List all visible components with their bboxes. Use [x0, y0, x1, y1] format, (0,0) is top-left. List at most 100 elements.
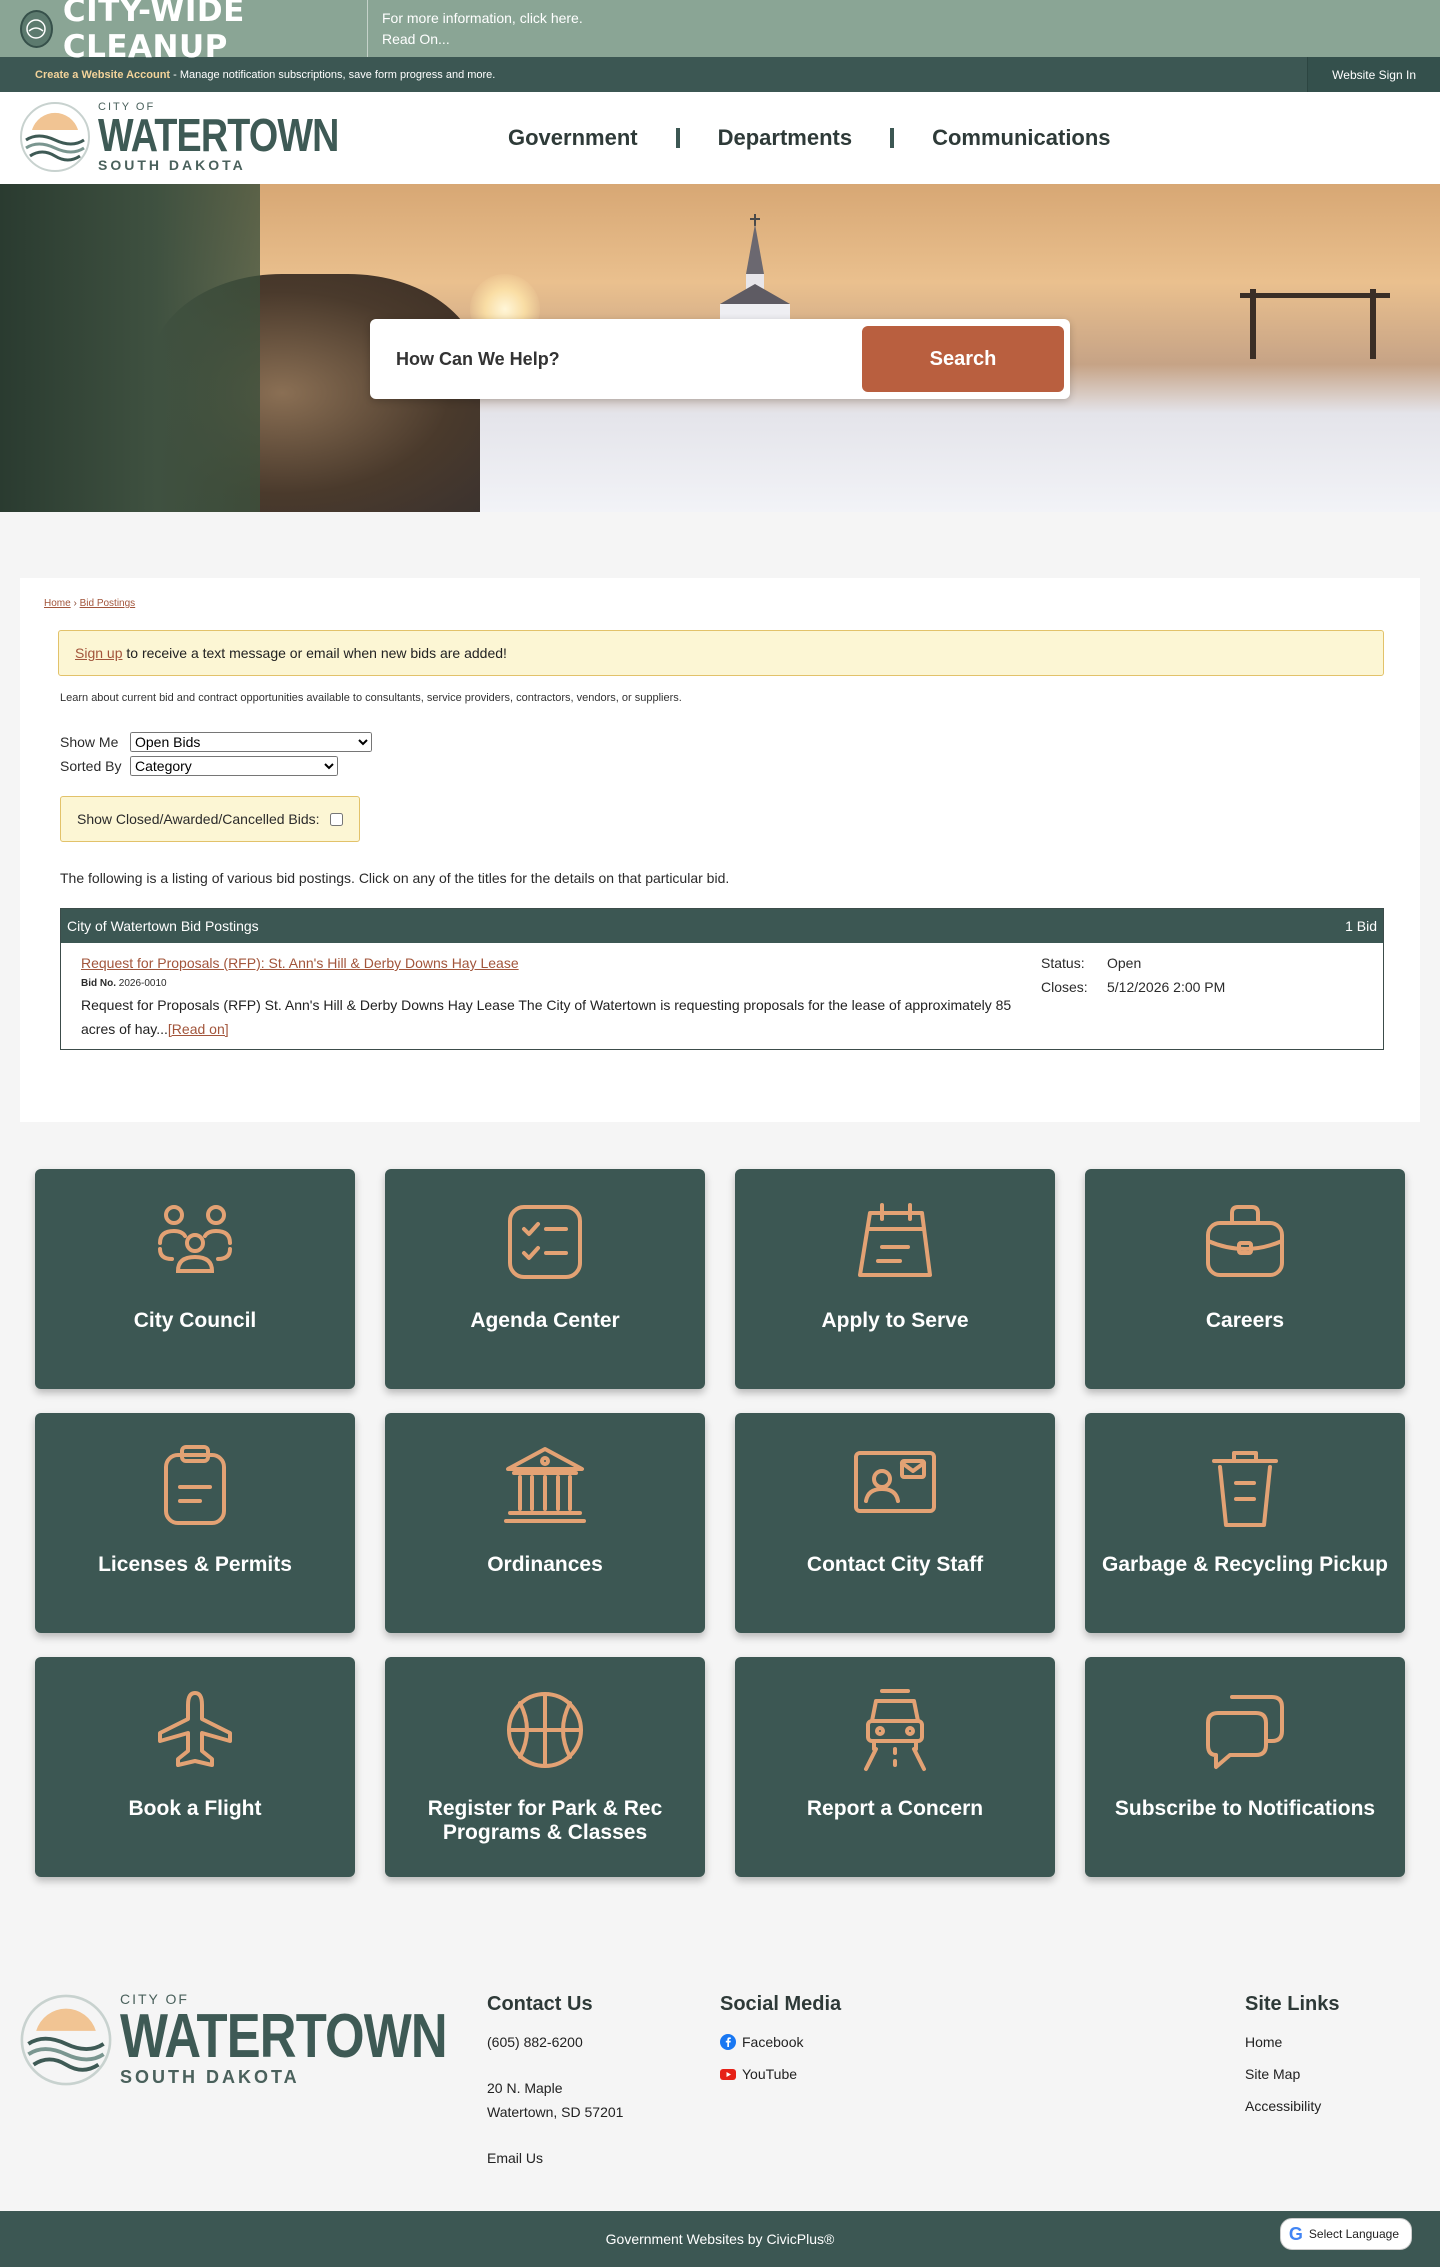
- tile-report-a-concern[interactable]: Report a Concern: [735, 1657, 1055, 1877]
- logo-watertown: WATERTOWN: [98, 109, 339, 161]
- intro-text: Learn about current bid and contract opp…: [60, 692, 682, 704]
- tile-apply-to-serve[interactable]: Apply to Serve: [735, 1169, 1055, 1389]
- alert-info-link[interactable]: For more information, click here.: [382, 8, 583, 29]
- show-closed-toggle: Show Closed/Awarded/Cancelled Bids:: [60, 796, 360, 842]
- bid-read-on-link[interactable]: [Read on]: [168, 1021, 229, 1037]
- sorted-by-label: Sorted By: [60, 758, 122, 774]
- nav-communications[interactable]: Communications: [894, 125, 1148, 151]
- footer-logo[interactable]: CITY OF WATERTOWN SOUTH DAKOTA: [18, 1991, 519, 2088]
- chat-icon: [1206, 1695, 1284, 1769]
- language-label: Select Language: [1308, 2227, 1399, 2241]
- tile-careers[interactable]: Careers: [1085, 1169, 1405, 1389]
- footer-contact: Contact Us (605) 882-6200 20 N. Maple Wat…: [487, 1993, 623, 2178]
- site-logo[interactable]: CITY OF WATERTOWN SOUTH DAKOTA: [18, 100, 391, 174]
- tile-label: Ordinances: [487, 1553, 603, 1576]
- footer-logo-wordmark: CITY OF WATERTOWN SOUTH DAKOTA: [120, 1991, 519, 2088]
- search-input[interactable]: [396, 348, 836, 370]
- signup-link[interactable]: Sign up: [75, 645, 122, 661]
- quick-links-grid: City Council Agenda Center Apply to Serv…: [0, 1122, 1440, 1877]
- tile-licenses-permits[interactable]: Licenses & Permits: [35, 1413, 355, 1633]
- tile-register-park-rec[interactable]: Register for Park & Rec Programs & Class…: [385, 1657, 705, 1877]
- hero-banner: Search: [0, 184, 1440, 512]
- id-card-icon: [854, 1451, 936, 1513]
- show-me-select[interactable]: Open Bids: [130, 732, 372, 752]
- footer-social-title: Social Media: [720, 1993, 842, 2015]
- hero-gate-icon: [1240, 289, 1390, 359]
- site-header: CITY OF WATERTOWN SOUTH DAKOTA Governmen…: [0, 92, 1440, 184]
- alert-bar: CITY-WIDE CLEANUP For more information, …: [0, 0, 1440, 65]
- tile-label: Apply to Serve: [821, 1309, 969, 1332]
- car-icon: [864, 1689, 926, 1771]
- show-closed-checkbox[interactable]: [329, 812, 343, 826]
- sign-in-button[interactable]: Website Sign In: [1307, 57, 1440, 92]
- tile-label: Careers: [1205, 1309, 1285, 1332]
- building-icon: [504, 1447, 586, 1523]
- main-nav: Government Departments Communications: [470, 92, 1149, 184]
- watertown-logo-icon: [20, 102, 90, 172]
- tile-label: Contact City Staff: [806, 1553, 984, 1576]
- alert-text[interactable]: For more information, click here. Read O…: [368, 8, 583, 50]
- footer-address: 20 N. Maple Watertown, SD 57201: [487, 2076, 623, 2124]
- trash-icon: [1212, 1451, 1278, 1527]
- footer-link-accessibility[interactable]: Accessibility: [1245, 2094, 1339, 2118]
- google-translate-icon: G: [1288, 2223, 1303, 2244]
- footer-facebook-link[interactable]: Facebook: [720, 2030, 841, 2054]
- bid-closes-value: 5/12/2026 2:00 PM: [1107, 979, 1226, 995]
- tile-contact-city-staff[interactable]: Contact City Staff: [735, 1413, 1055, 1633]
- bid-status-label: Status:: [1041, 955, 1085, 971]
- alert-title: CITY-WIDE CLEANUP: [62, 0, 245, 65]
- footer-link-site-map[interactable]: Site Map: [1245, 2062, 1339, 2086]
- checklist-icon: [508, 1205, 582, 1279]
- footer: CITY OF WATERTOWN SOUTH DAKOTA Contact U…: [0, 1931, 1440, 2211]
- bid-main: Request for Proposals (RFP): St. Ann's H…: [81, 951, 1041, 1041]
- tile-label: Register for Park & Rec Programs & Class…: [427, 1797, 663, 1844]
- tile-subscribe-notifications[interactable]: Subscribe to Notifications: [1085, 1657, 1405, 1877]
- bottom-bar: Government Websites by CivicPlus® G Sele…: [0, 2211, 1440, 2267]
- footer-facebook-label: Facebook: [742, 2034, 804, 2050]
- civicplus-credit[interactable]: Government Websites by CivicPlus®: [606, 2231, 835, 2247]
- footer-youtube-link[interactable]: YouTube: [720, 2062, 841, 2086]
- bid-title-link[interactable]: Request for Proposals (RFP): St. Ann's H…: [81, 955, 519, 971]
- tile-ordinances[interactable]: Ordinances: [385, 1413, 705, 1633]
- footer-phone[interactable]: (605) 882-6200: [487, 2030, 623, 2054]
- footer-links-title: Site Links: [1245, 1993, 1340, 2015]
- bid-closes-label: Closes:: [1041, 979, 1088, 995]
- footer-contact-title: Contact Us: [487, 1993, 593, 2015]
- bid-table-title: City of Watertown Bid Postings: [67, 918, 259, 934]
- nav-departments[interactable]: Departments: [680, 125, 890, 151]
- show-me-label: Show Me: [60, 734, 119, 750]
- breadcrumb-current[interactable]: Bid Postings: [80, 598, 136, 609]
- bid-table-header: City of Watertown Bid Postings 1 Bid: [61, 909, 1383, 943]
- bid-meta: Status: Open Closes: 5/12/2026 2:00 PM: [1041, 951, 1225, 1041]
- search-button[interactable]: Search: [862, 326, 1064, 392]
- nav-government[interactable]: Government: [470, 125, 676, 151]
- language-selector[interactable]: G Select Language: [1279, 2218, 1412, 2250]
- calendar-icon: [858, 1203, 932, 1277]
- breadcrumb-home[interactable]: Home: [44, 598, 71, 609]
- alert-read-on-link[interactable]: Read On...: [382, 29, 583, 50]
- footer-youtube-label: YouTube: [742, 2066, 798, 2082]
- footer-logo-watertown: WATERTOWN: [120, 2002, 448, 2071]
- bid-postings-content: Home › Bid Postings Sign up to receive a…: [20, 578, 1420, 1122]
- create-account-link[interactable]: Create a Website Account: [35, 69, 170, 81]
- logo-wordmark: CITY OF WATERTOWN SOUTH DAKOTA: [98, 101, 391, 173]
- tile-agenda-center[interactable]: Agenda Center: [385, 1169, 705, 1389]
- sorted-by-select[interactable]: Category: [130, 756, 338, 776]
- tile-city-council[interactable]: City Council: [35, 1169, 355, 1389]
- bid-table: City of Watertown Bid Postings 1 Bid Req…: [60, 908, 1384, 1050]
- bid-count: 1 Bid: [1345, 918, 1377, 934]
- tile-book-a-flight[interactable]: Book a Flight: [35, 1657, 355, 1877]
- tile-garbage-recycling[interactable]: Garbage & Recycling Pickup: [1085, 1413, 1405, 1633]
- city-seal-icon: [20, 9, 53, 48]
- footer-email-link[interactable]: Email Us: [487, 2146, 623, 2170]
- alert-title-area[interactable]: CITY-WIDE CLEANUP: [0, 0, 368, 65]
- tile-label: Licenses & Permits: [98, 1553, 292, 1576]
- sorted-by-row: Sorted By Category: [60, 756, 1384, 776]
- footer-link-home[interactable]: Home: [1245, 2030, 1339, 2054]
- facebook-icon: [720, 2034, 736, 2050]
- youtube-icon: [720, 2069, 736, 2080]
- clipboard-icon: [164, 1445, 226, 1525]
- breadcrumb: Home › Bid Postings: [44, 598, 1384, 609]
- signup-notice: Sign up to receive a text message or ema…: [58, 630, 1384, 676]
- account-info: Create a Website Account - Manage notifi…: [35, 69, 495, 81]
